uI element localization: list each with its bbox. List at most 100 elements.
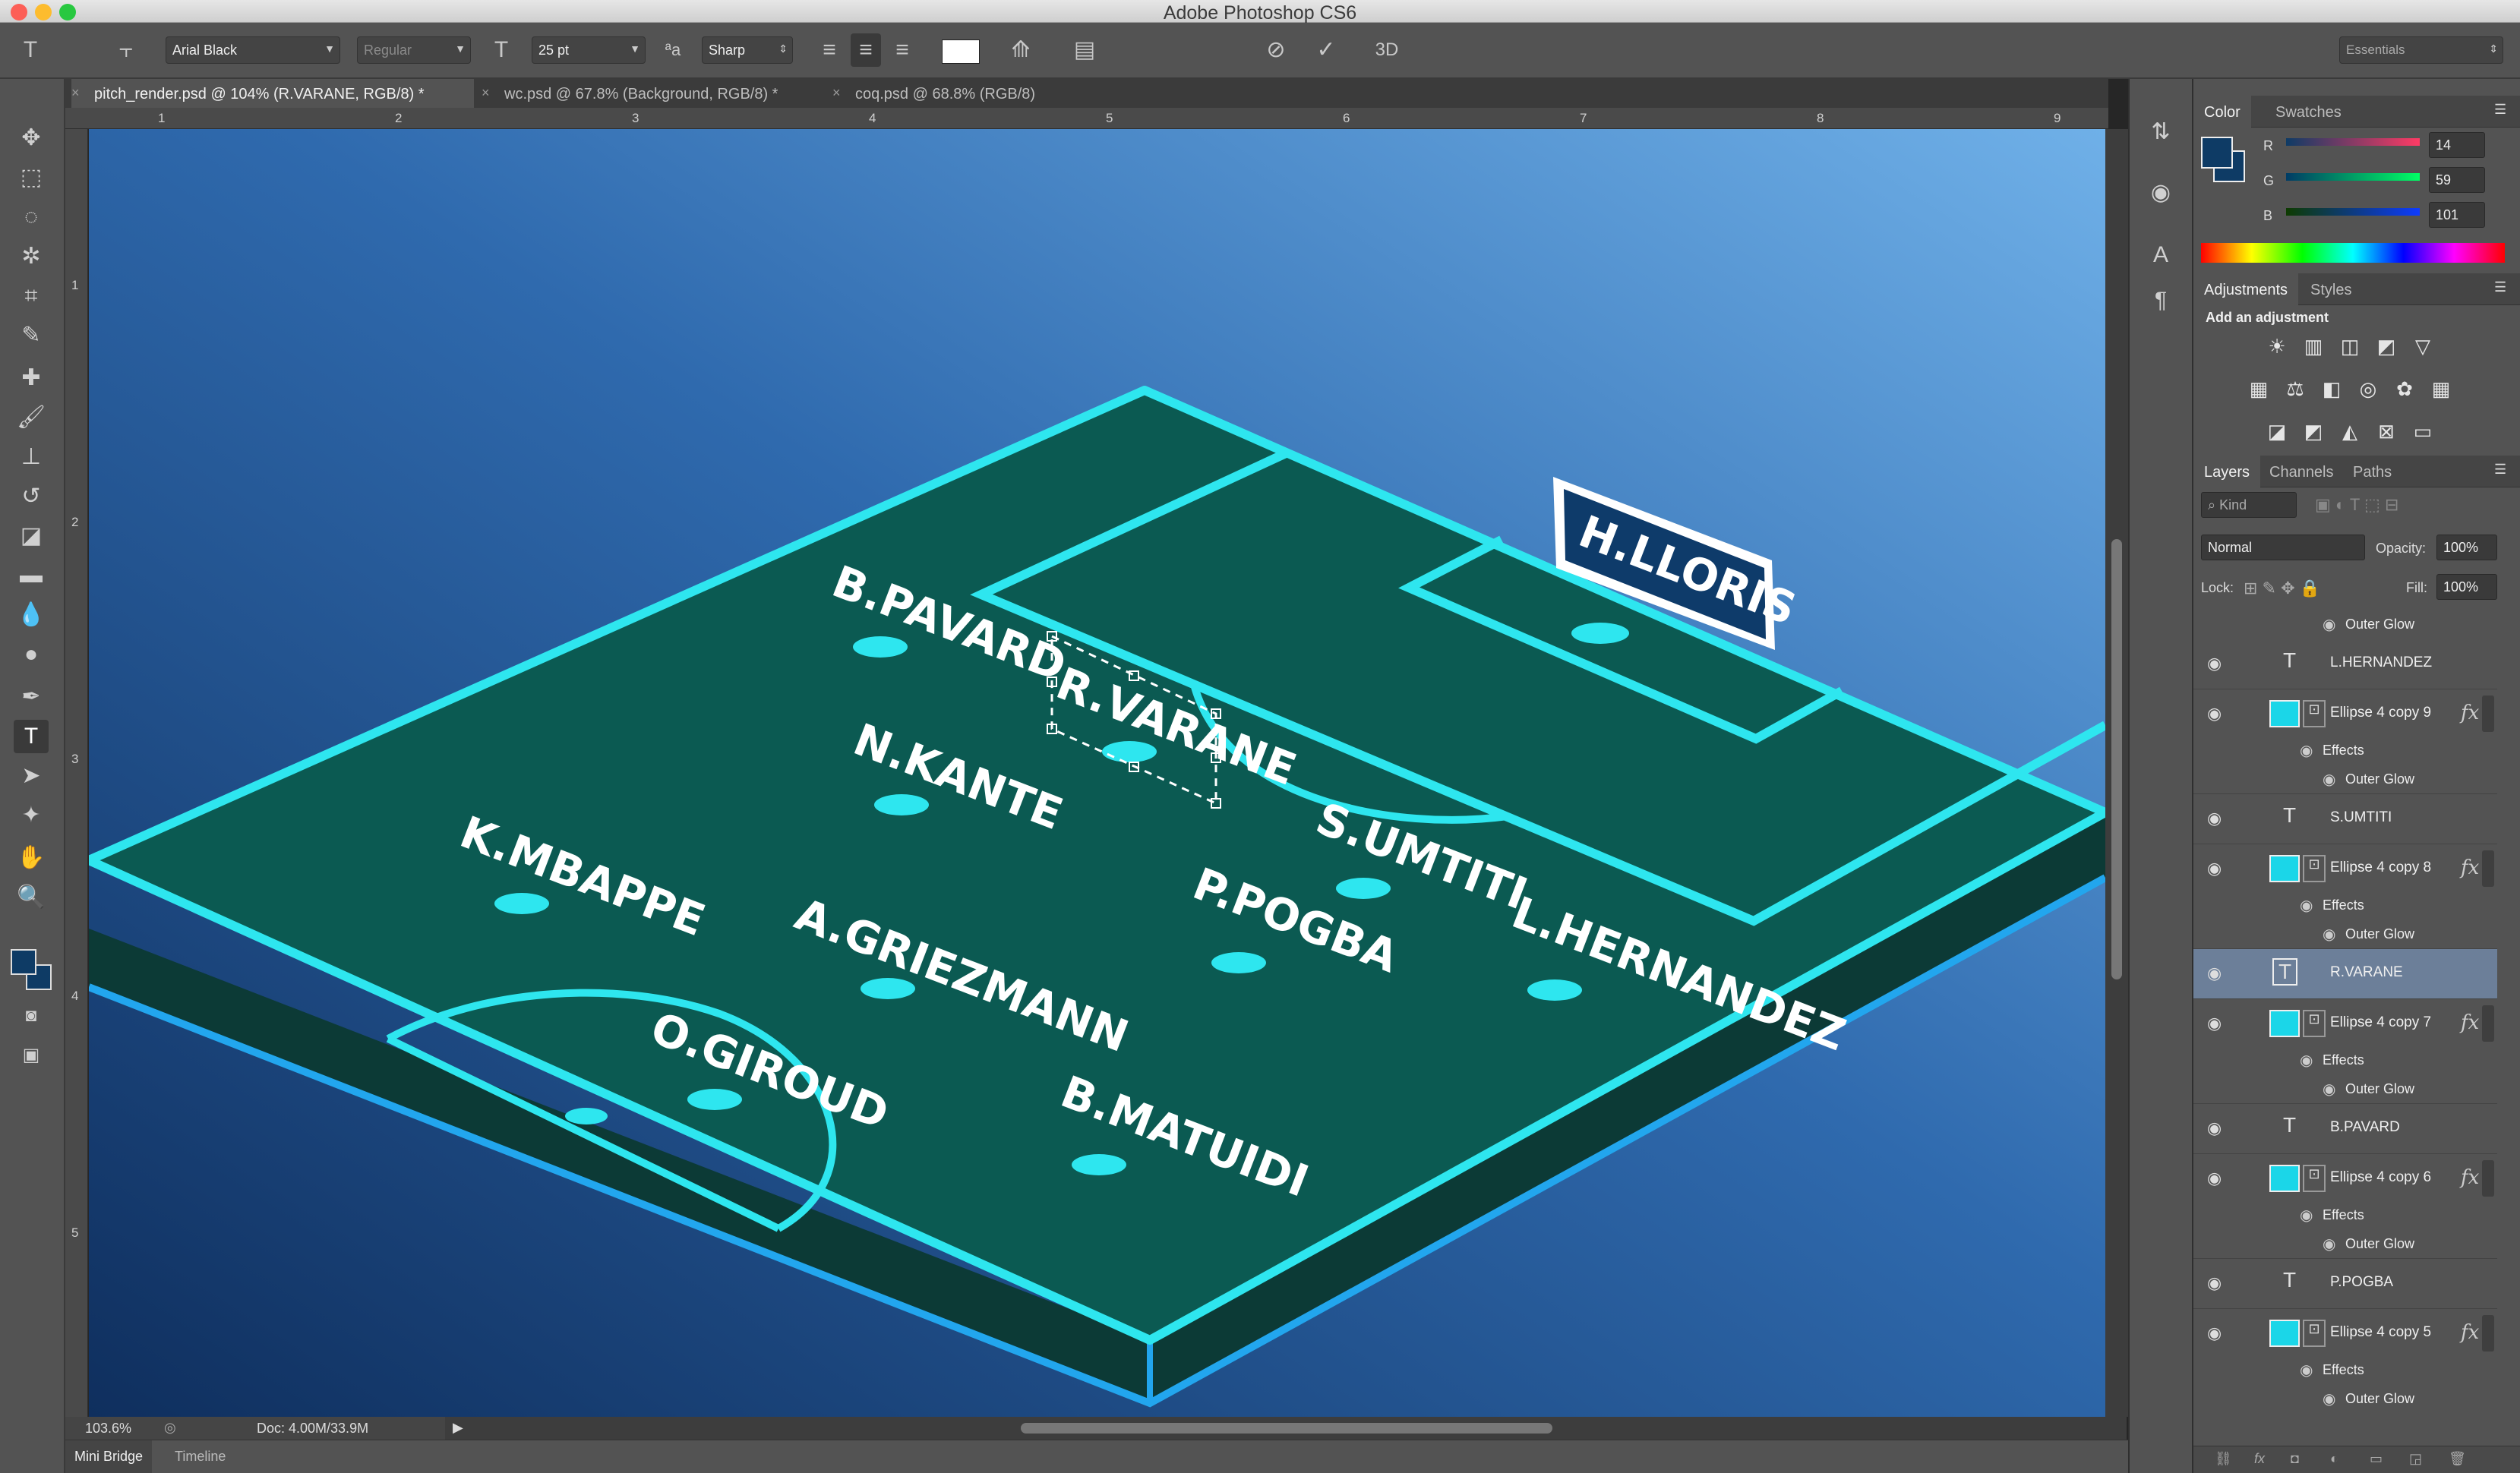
- character-panel-icon[interactable]: ▤: [1069, 33, 1100, 67]
- align-right-icon[interactable]: ≡: [887, 33, 917, 67]
- close-tab-icon[interactable]: ×: [832, 85, 841, 101]
- panel-menu-icon[interactable]: ☰: [2494, 102, 2506, 118]
- green-slider[interactable]: [2286, 173, 2420, 181]
- vertical-scroll-thumb[interactable]: [2111, 539, 2122, 979]
- layer-row[interactable]: ◉ ⊡ Ellipse 4 copy 6 fx: [2193, 1154, 2497, 1204]
- lasso-tool-icon[interactable]: ◌: [14, 200, 49, 234]
- effect-visibility-icon[interactable]: ◉: [2300, 1361, 2313, 1380]
- eye-icon[interactable]: ◉: [2207, 1273, 2222, 1293]
- levels-icon[interactable]: ▥: [2300, 333, 2327, 360]
- fx-icon[interactable]: fx: [2461, 1011, 2479, 1034]
- lock-icons[interactable]: ⊞ ✎ ✥ 🔒: [2244, 579, 2320, 598]
- threshold-icon[interactable]: ◭: [2336, 418, 2364, 445]
- hand-tool-icon[interactable]: ✋: [14, 841, 49, 875]
- marquee-tool-icon[interactable]: ⬚: [14, 161, 49, 194]
- eye-icon[interactable]: ◉: [2207, 654, 2222, 673]
- toggle-orientation-icon[interactable]: ⫟: [111, 33, 141, 67]
- tab-mini-bridge[interactable]: Mini Bridge: [65, 1440, 153, 1473]
- tab-color[interactable]: Color: [2193, 96, 2251, 128]
- opacity-value[interactable]: 100%: [2436, 535, 2497, 560]
- fx-icon[interactable]: fx: [2461, 1321, 2479, 1344]
- font-style-select[interactable]: Regular ▼: [357, 36, 471, 64]
- quick-mask-icon[interactable]: ◙: [14, 999, 49, 1033]
- zoom-level[interactable]: 103.6%: [85, 1421, 131, 1437]
- tab-coq[interactable]: × coq.psd @ 68.8% (RGB/8): [832, 79, 1083, 108]
- layer-row[interactable]: ◉ ⊡ Ellipse 4 copy 9 fx: [2193, 689, 2497, 740]
- move-tool-icon[interactable]: ✥: [14, 121, 49, 155]
- hue-saturation-icon[interactable]: ▦: [2245, 375, 2272, 402]
- eye-icon[interactable]: ◉: [2207, 809, 2222, 828]
- type-tool-icon[interactable]: T: [14, 720, 49, 753]
- blur-tool-icon[interactable]: 💧: [14, 598, 49, 632]
- effect-visibility-icon[interactable]: ◉: [2323, 1080, 2335, 1099]
- horizontal-scroll-thumb[interactable]: [1021, 1423, 1552, 1434]
- history-panel-icon[interactable]: ⇅: [2143, 115, 2178, 149]
- fill-value[interactable]: 100%: [2436, 574, 2497, 600]
- screen-mode-icon[interactable]: ▣: [14, 1039, 49, 1072]
- layer-row[interactable]: ◉ T S.UMTITI: [2193, 794, 2497, 844]
- vertical-scrollbar[interactable]: [2105, 129, 2128, 1417]
- magic-wand-tool-icon[interactable]: ✲: [14, 240, 49, 273]
- color-fg-swatch[interactable]: [2201, 137, 2233, 169]
- eye-icon[interactable]: ◉: [2207, 704, 2222, 724]
- layer-row[interactable]: ◉ ⊡ Ellipse 4 copy 7 fx: [2193, 999, 2497, 1049]
- tab-pitch-render[interactable]: × pitch_render.psd @ 104% (R.VARANE, RGB/…: [71, 79, 474, 108]
- paragraph-panel-icon[interactable]: ¶: [2143, 284, 2178, 317]
- align-left-icon[interactable]: ≡: [814, 33, 845, 67]
- effect-visibility-icon[interactable]: ◉: [2300, 1206, 2313, 1225]
- layer-row[interactable]: ◉ T L.HERNANDEZ: [2193, 639, 2497, 689]
- blue-slider[interactable]: [2286, 208, 2420, 216]
- new-layer-icon[interactable]: ◲: [2409, 1451, 2422, 1467]
- font-family-select[interactable]: Arial Black ▼: [166, 36, 340, 64]
- tab-adjustments[interactable]: Adjustments: [2193, 273, 2299, 305]
- clone-stamp-tool-icon[interactable]: ⊥: [14, 440, 49, 474]
- text-color-swatch[interactable]: [942, 39, 980, 64]
- exposure-icon[interactable]: ◩: [2373, 333, 2400, 360]
- tab-wc[interactable]: × wc.psd @ 67.8% (Background, RGB/8) *: [482, 79, 823, 108]
- dodge-tool-icon[interactable]: ●: [14, 638, 49, 671]
- delete-layer-icon[interactable]: 🗑: [2449, 1451, 2466, 1467]
- panel-menu-icon[interactable]: ☰: [2494, 462, 2506, 478]
- crop-tool-icon[interactable]: ⌗: [14, 279, 49, 313]
- eye-icon[interactable]: ◉: [2207, 1014, 2222, 1033]
- new-group-icon[interactable]: ▭: [2370, 1451, 2383, 1467]
- effect-visibility-icon[interactable]: ◉: [2300, 741, 2313, 760]
- tab-layers[interactable]: Layers: [2193, 456, 2261, 487]
- layer-row[interactable]: ◉ T B.PAVARD: [2193, 1104, 2497, 1154]
- blue-value[interactable]: 101: [2429, 202, 2485, 228]
- status-menu-arrow-icon[interactable]: ▶: [453, 1420, 463, 1436]
- add-style-icon[interactable]: fx: [2254, 1451, 2265, 1467]
- tab-swatches[interactable]: Swatches: [2265, 96, 2352, 128]
- layer-row[interactable]: ◉ T P.POGBA: [2193, 1259, 2497, 1309]
- antialias-select[interactable]: Sharp ⇕: [702, 36, 793, 64]
- curves-icon[interactable]: ◫: [2336, 333, 2364, 360]
- actions-panel-icon[interactable]: ◉: [2143, 176, 2178, 210]
- eyedropper-tool-icon[interactable]: ✎: [14, 319, 49, 352]
- 3d-button[interactable]: 3D: [1372, 33, 1402, 67]
- history-brush-tool-icon[interactable]: ↺: [14, 480, 49, 513]
- layer-kind-filter[interactable]: ⌕ Kind: [2201, 492, 2297, 518]
- layer-filter-icons[interactable]: ▣ ◐ T ⬚ ⊟: [2315, 495, 2398, 515]
- gradient-tool-icon[interactable]: ▬: [14, 559, 49, 592]
- fx-icon[interactable]: fx: [2461, 702, 2479, 724]
- fx-icon[interactable]: fx: [2461, 1166, 2479, 1189]
- vibrance-icon[interactable]: ▽: [2409, 333, 2436, 360]
- commit-edit-icon[interactable]: ✓: [1311, 33, 1341, 67]
- align-center-icon[interactable]: ≡: [851, 33, 881, 67]
- posterize-icon[interactable]: ◩: [2300, 418, 2327, 445]
- eye-icon[interactable]: ◉: [2207, 964, 2222, 983]
- foreground-color-swatch[interactable]: [11, 949, 36, 975]
- close-tab-icon[interactable]: ×: [482, 85, 490, 101]
- close-tab-icon[interactable]: ×: [71, 85, 80, 101]
- path-selection-tool-icon[interactable]: ➤: [14, 759, 49, 793]
- effect-visibility-icon[interactable]: ◉: [2323, 1235, 2335, 1254]
- workspace-select[interactable]: Essentials ⇕: [2339, 36, 2503, 64]
- layer-row[interactable]: ◉ ⊡ Ellipse 4 copy 5 fx: [2193, 1309, 2497, 1359]
- custom-shape-tool-icon[interactable]: ✦: [14, 799, 49, 832]
- effect-visibility-icon[interactable]: ◉: [2300, 896, 2313, 915]
- channel-mixer-icon[interactable]: ✿: [2391, 375, 2418, 402]
- effect-visibility-icon[interactable]: ◉: [2323, 1389, 2335, 1408]
- link-layers-icon[interactable]: ⛓: [2215, 1451, 2232, 1467]
- red-slider[interactable]: [2286, 138, 2420, 146]
- font-size-select[interactable]: 25 pt ▼: [532, 36, 646, 64]
